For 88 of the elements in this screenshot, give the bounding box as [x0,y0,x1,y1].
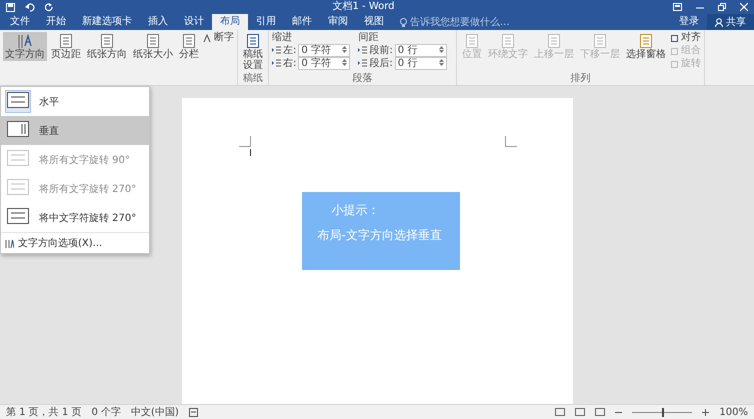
spin-field[interactable]: 0 字符 [298,57,350,70]
field-label: 右: [283,58,296,70]
redo-icon[interactable] [45,2,54,12]
rotate-icon [670,60,679,68]
ribbon-tab[interactable]: 插入 [140,14,176,30]
save-icon[interactable] [6,2,15,12]
page-icon [145,33,161,49]
pane-icon [638,33,654,49]
spin-field[interactable]: 0 字符 [298,44,350,57]
web-layout-icon[interactable] [595,408,606,416]
tip-title: 小提示： [330,202,380,219]
field-label: 段后: [369,58,393,70]
menu-item[interactable]: 文字方向选项(X)... [1,232,149,253]
ribbon-button[interactable]: 文字方向 [3,32,47,61]
section-label: 缩进 [272,32,293,44]
page-icon [99,33,115,49]
ribbon-tab[interactable]: 审阅 [320,14,356,30]
zoom-in-icon[interactable] [702,408,710,416]
menu-item[interactable]: 将中文字符旋转 270° [1,203,149,232]
status-text[interactable]: 第 1 页，共 1 页 [6,405,82,419]
ribbon-tab[interactable]: 新建选项卡 [74,14,140,30]
letter-a-lines-icon [17,33,33,49]
ribbon-display-icon[interactable] [673,3,682,11]
picture-page-icon [500,33,516,49]
status-text[interactable]: 0 个字 [91,405,121,419]
sign-in-link[interactable]: 登录 [671,14,707,30]
ribbon-tab[interactable]: 视图 [356,14,392,30]
share-button[interactable]: 共享 [707,14,754,30]
close-icon[interactable] [740,3,748,11]
ribbon-button[interactable]: 页边距 [49,32,83,61]
page-icon [58,33,74,49]
undo-icon[interactable] [25,2,35,12]
ribbon-button[interactable]: 纸张方向 [85,32,129,61]
window-title: 文档1 - Word [331,0,396,14]
spin-arrows-icon [438,58,444,67]
ribbon-tab[interactable]: 开始 [38,14,74,30]
page-icon [181,33,197,49]
ribbon-button[interactable]: 纸张大小 [131,32,175,61]
text-orientation-icon [7,179,29,195]
field-label: 左: [283,44,296,56]
read-mode-icon[interactable] [555,408,566,416]
group-label: 排列 [569,73,592,85]
zoom-slider-thumb[interactable] [662,408,664,416]
spin-field[interactable]: 0 行 [394,44,447,57]
spacing-after-icon [358,59,368,68]
spin-arrows-icon [438,45,444,54]
spin-arrows-icon [342,45,348,54]
lightbulb-icon [400,18,407,26]
person-icon [715,18,723,26]
ribbon-tab[interactable]: 设计 [176,14,212,30]
menu-item[interactable]: 水平 [1,87,149,116]
ribbon-small-button[interactable]: 对齐 [670,32,701,44]
group-label: 稿纸 [242,73,264,85]
section-label: 间距 [358,32,380,44]
margin-corner-mark [504,136,516,147]
zoom-level[interactable]: 100% [719,406,748,418]
ribbon-tab[interactable]: 邮件 [284,14,320,30]
status-text[interactable]: 中文(中国) [131,405,179,419]
manuscript-page-icon [245,33,261,49]
tip-text: 布局-文字方向选择垂直 [316,227,443,244]
tell-me-field[interactable]: 告诉我您想要做什么... [410,15,510,29]
picture-page-icon [464,33,480,49]
menu-item[interactable]: 垂直 [1,116,149,145]
indent-right-icon [272,59,281,68]
group-label: 段落 [351,73,374,85]
group-icon [670,46,679,56]
ribbon-tab[interactable]: 文件 [2,14,38,30]
spin-field[interactable]: 0 行 [394,57,447,70]
text-direction-options-icon [5,238,14,248]
align-icon [670,34,679,42]
picture-page-icon [592,33,608,49]
text-orientation-icon [7,208,29,224]
text-orientation-icon [7,121,29,137]
field-label: 段前: [369,44,393,56]
ribbon-tab[interactable]: 引用 [248,14,284,30]
text-orientation-icon [7,150,29,166]
picture-page-icon [546,33,562,49]
ribbon-small-button[interactable]: 断字 [203,32,234,44]
spacing-before-icon [358,46,368,55]
print-layout-icon[interactable] [575,408,586,416]
spin-arrows-icon [342,58,348,67]
ribbon-tab[interactable]: 布局 [212,14,248,30]
ribbon-button[interactable]: 稿纸设置 [241,32,265,72]
margin-corner-mark [238,136,250,147]
restore-icon[interactable] [718,3,726,11]
ribbon-button[interactable]: 分栏 [177,32,201,61]
indent-left-icon [272,46,281,55]
ribbon-button[interactable]: 选择窗格 [624,32,668,61]
